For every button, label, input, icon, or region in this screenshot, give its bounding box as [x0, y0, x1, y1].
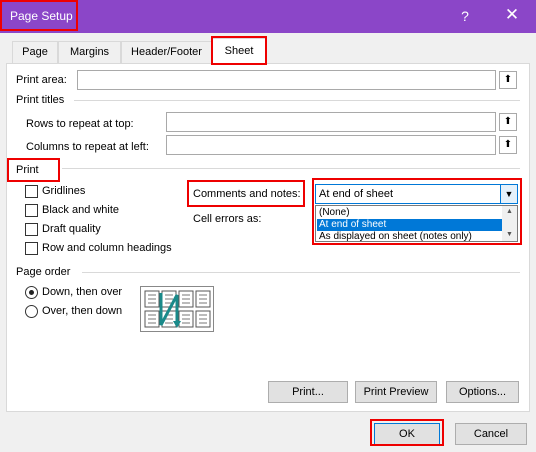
black-and-white-checkbox[interactable] [25, 204, 38, 217]
print-label-highlight-box [7, 158, 60, 182]
page-order-diagram [144, 290, 211, 328]
title-bar [0, 0, 536, 33]
tab-page[interactable]: Page [12, 41, 58, 63]
print-area-input[interactable] [77, 70, 496, 90]
print-preview-button[interactable]: Print Preview [355, 381, 437, 403]
ok-highlight-box [370, 419, 444, 446]
over-then-down-radio[interactable] [25, 305, 38, 318]
page-order-preview-image [140, 286, 214, 332]
row-column-headings-checkbox[interactable] [25, 242, 38, 255]
page-order-separator [82, 272, 520, 273]
down-then-over-radio[interactable] [25, 286, 38, 299]
cols-repeat-input[interactable] [166, 135, 496, 155]
cancel-button[interactable]: Cancel [455, 423, 527, 445]
print-separator [62, 168, 520, 169]
title-highlight-box [0, 0, 78, 31]
down-then-over-label: Down, then over [42, 286, 123, 298]
cols-repeat-collapse-icon[interactable]: ⬆ [499, 136, 517, 154]
options-button[interactable]: Options... [446, 381, 519, 403]
print-button[interactable]: Print... [268, 381, 348, 403]
gridlines-checkbox[interactable] [25, 185, 38, 198]
comments-select-highlight-box [312, 178, 522, 245]
print-area-label: Print area: [16, 74, 67, 86]
print-titles-label: Print titles [16, 94, 65, 106]
cols-repeat-label: Columns to repeat at left: [26, 141, 149, 153]
over-then-down-label: Over, then down [42, 305, 123, 317]
draft-quality-checkbox[interactable] [25, 223, 38, 236]
cell-errors-label: Cell errors as: [193, 213, 262, 225]
tab-sheet-highlight-box [211, 36, 267, 65]
tab-header-footer[interactable]: Header/Footer [121, 41, 212, 63]
rows-repeat-input[interactable] [166, 112, 496, 132]
rows-repeat-collapse-icon[interactable]: ⬆ [499, 113, 517, 131]
page-order-label: Page order [16, 266, 71, 278]
gridlines-label: Gridlines [42, 185, 86, 197]
rows-repeat-label: Rows to repeat at top: [26, 118, 134, 130]
row-column-headings-label: Row and column headings [42, 242, 172, 254]
tab-margins[interactable]: Margins [58, 41, 121, 63]
black-and-white-label: Black and white [42, 204, 120, 216]
close-icon[interactable]: ✕ [503, 6, 521, 24]
comments-label-highlight-box [187, 180, 305, 207]
print-titles-separator [74, 100, 520, 101]
print-area-collapse-icon[interactable]: ⬆ [499, 71, 517, 89]
draft-quality-label: Draft quality [42, 223, 101, 235]
help-icon[interactable]: ? [457, 8, 473, 24]
